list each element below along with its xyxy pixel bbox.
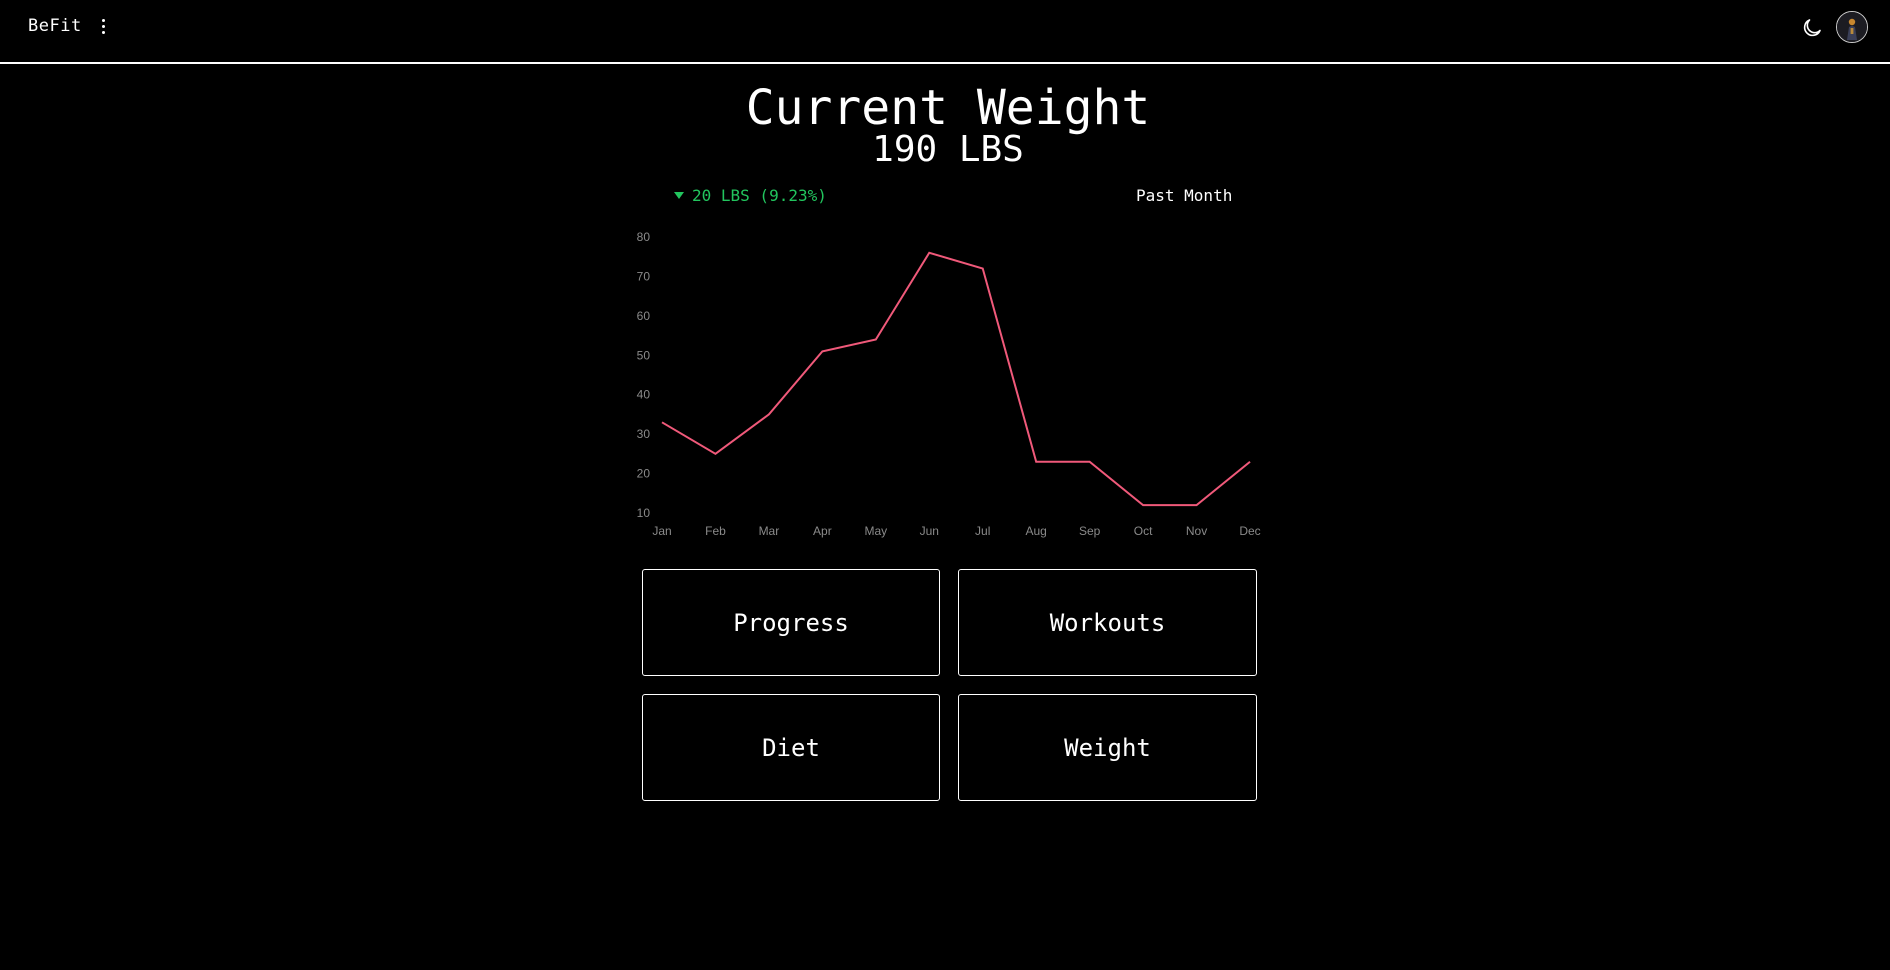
weight-line-chart: 10 20 30 40 50 60 70 80 Jan Feb Mar Apr May Jun Jul Aug… [637, 230, 1261, 538]
weight-series-line [661, 251, 1251, 507]
weight-change-indicator: 20 LBS (9.23%) [674, 186, 827, 205]
current-weight-value: 190 LBS [872, 129, 1024, 170]
user-avatar[interactable] [1836, 11, 1868, 43]
weight-change-text: 20 LBS (9.23%) [692, 186, 827, 205]
y-tick-label: 10 [637, 506, 651, 520]
moon-icon[interactable] [1800, 16, 1824, 40]
y-tick-label: 60 [637, 309, 651, 323]
x-tick-label: Nov [1186, 524, 1207, 538]
progress-button[interactable]: Progress [642, 569, 940, 676]
x-tick-label: May [864, 524, 887, 538]
weight-button[interactable]: Weight [958, 694, 1257, 801]
x-tick-label: Mar [759, 524, 780, 538]
y-tick-label: 50 [637, 348, 651, 362]
x-tick-label: Jul [975, 524, 990, 538]
y-tick-label: 70 [637, 269, 651, 283]
y-tick-label: 30 [637, 427, 651, 441]
x-tick-label: Aug [1026, 524, 1047, 538]
x-tick-label: Apr [813, 524, 832, 538]
brand-logo-text[interactable]: BeFit [28, 16, 82, 36]
x-tick-label: Jun [920, 524, 939, 538]
x-tick-label: Dec [1239, 524, 1260, 538]
y-tick-label: 20 [637, 467, 651, 481]
x-tick-label: Oct [1134, 524, 1153, 538]
caret-down-icon [674, 192, 684, 199]
x-tick-label: Sep [1079, 524, 1101, 538]
top-navbar: BeFit [0, 0, 1890, 64]
period-selector[interactable]: Past Month [1136, 186, 1232, 205]
y-tick-label: 80 [637, 230, 651, 244]
diet-button[interactable]: Diet [642, 694, 940, 801]
x-tick-label: Feb [705, 524, 726, 538]
more-menu-icon[interactable] [96, 16, 110, 38]
x-tick-label: Jan [652, 524, 671, 538]
y-tick-label: 40 [637, 388, 651, 402]
workouts-button[interactable]: Workouts [958, 569, 1257, 676]
